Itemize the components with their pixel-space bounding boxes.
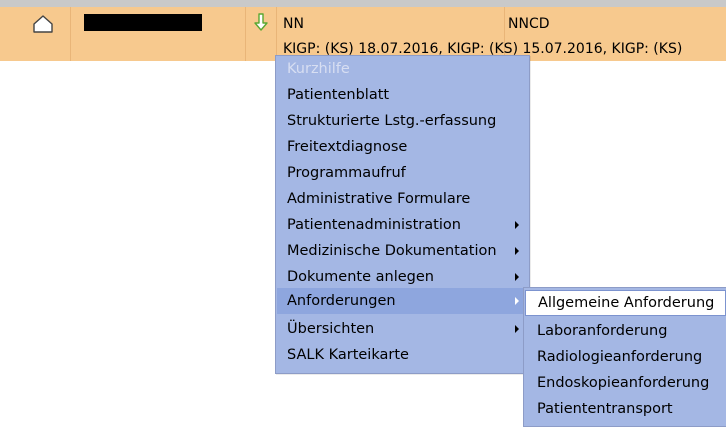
menu-item-label: Anforderungen xyxy=(287,293,396,309)
menu-item-patientenblatt[interactable]: Patientenblatt xyxy=(277,82,528,108)
menu-item-label: Administrative Formulare xyxy=(287,191,471,207)
menu-item-strukturierte-lstg[interactable]: Strukturierte Lstg.-erfassung xyxy=(277,108,528,134)
context-menu: Kurzhilfe Patientenblatt Strukturierte L… xyxy=(275,55,530,374)
menu-item-label: Strukturierte Lstg.-erfassung xyxy=(287,113,497,129)
chevron-right-icon xyxy=(515,247,519,255)
row-column-b: NNCD xyxy=(508,16,550,32)
chevron-right-icon xyxy=(515,297,519,305)
menu-item-dokumente-anlegen[interactable]: Dokumente anlegen xyxy=(277,264,528,290)
menu-item-salk-karteikarte[interactable]: SALK Karteikarte xyxy=(277,342,528,368)
submenu-item-allgemeine-anforderung[interactable]: Allgemeine Anforderung xyxy=(525,290,726,316)
submenu-item-endoskopieanforderung[interactable]: Endoskopieanforderung xyxy=(525,370,726,396)
menu-item-label: Allgemeine Anforderung xyxy=(538,295,715,311)
menu-item-label: Programmaufruf xyxy=(287,165,406,181)
menu-item-uebersichten[interactable]: Übersichten xyxy=(277,316,528,342)
submenu-item-patiententransport[interactable]: Patiententransport xyxy=(525,396,726,422)
column-divider xyxy=(245,7,246,61)
menu-item-label: Endoskopieanforderung xyxy=(537,375,710,391)
menu-item-label: Medizinische Dokumentation xyxy=(287,243,497,259)
patient-name-redacted xyxy=(84,14,202,31)
column-divider xyxy=(70,7,71,61)
menu-item-label: Patientenblatt xyxy=(287,87,390,103)
table-header-strip xyxy=(0,0,726,7)
home-icon[interactable] xyxy=(32,14,54,33)
menu-item-label: Patiententransport xyxy=(537,401,673,417)
submenu-anforderungen: Allgemeine Anforderung Laboranforderung … xyxy=(523,287,726,427)
menu-item-freitextdiagnose[interactable]: Freitextdiagnose xyxy=(277,134,528,160)
menu-item-administrative-formulare[interactable]: Administrative Formulare xyxy=(277,186,528,212)
menu-item-label: SALK Karteikarte xyxy=(287,347,409,363)
column-divider xyxy=(276,7,277,61)
chevron-right-icon xyxy=(515,325,519,333)
menu-item-programmaufruf[interactable]: Programmaufruf xyxy=(277,160,528,186)
chevron-right-icon xyxy=(515,273,519,281)
submenu-item-radiologieanforderung[interactable]: Radiologieanforderung xyxy=(525,344,726,370)
arrow-down-icon[interactable] xyxy=(253,12,269,32)
menu-item-label: Dokumente anlegen xyxy=(287,269,434,285)
menu-item-patientenadministration[interactable]: Patientenadministration xyxy=(277,212,528,238)
row-column-a: NN xyxy=(283,16,304,32)
chevron-right-icon xyxy=(515,221,519,229)
menu-item-label: Patientenadministration xyxy=(287,217,461,233)
menu-item-label: Freitextdiagnose xyxy=(287,139,408,155)
menu-item-label: Radiologieanforderung xyxy=(537,349,703,365)
menu-item-medizinische-dokumentation[interactable]: Medizinische Dokumentation xyxy=(277,238,528,264)
menu-item-anforderungen[interactable]: Anforderungen xyxy=(277,288,528,314)
menu-item-kurzhilfe: Kurzhilfe xyxy=(277,56,528,82)
submenu-item-laboranforderung[interactable]: Laboranforderung xyxy=(525,318,726,344)
menu-item-label: Kurzhilfe xyxy=(287,61,350,77)
menu-item-label: Übersichten xyxy=(287,321,375,337)
menu-item-label: Laboranforderung xyxy=(537,323,668,339)
